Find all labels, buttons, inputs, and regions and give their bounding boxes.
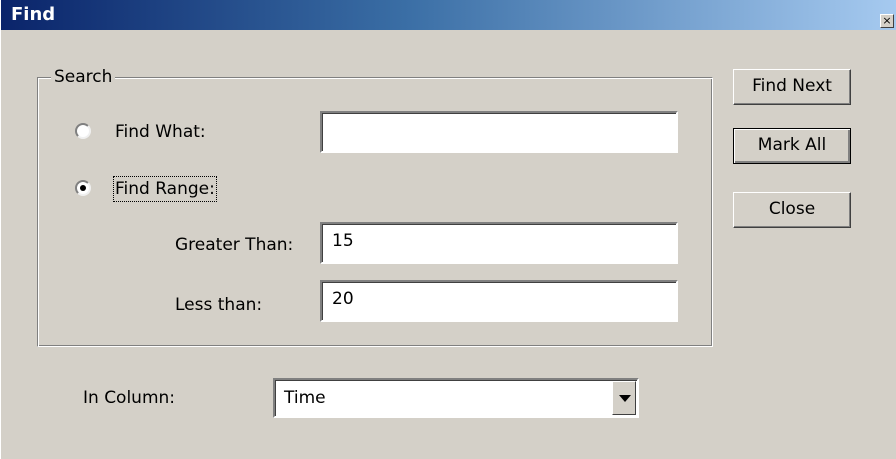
- find-what-label[interactable]: Find What:: [115, 121, 206, 143]
- find-range-radio[interactable]: [75, 180, 91, 196]
- in-column-label: In Column:: [83, 388, 176, 408]
- radio-selected-dot: [80, 185, 86, 191]
- find-next-button[interactable]: Find Next: [733, 69, 851, 105]
- mark-all-button[interactable]: Mark All: [733, 128, 851, 164]
- dropdown-arrow-button[interactable]: [612, 381, 636, 415]
- close-icon[interactable]: ×: [880, 14, 894, 28]
- close-button[interactable]: Close: [733, 192, 851, 228]
- find-dialog: Find × Search Find What: Find Range: Gre…: [0, 0, 896, 459]
- column-select[interactable]: Time: [273, 378, 639, 418]
- search-group-legend: Search: [51, 66, 116, 88]
- greater-than-input[interactable]: 15: [320, 222, 678, 264]
- greater-than-label: Greater Than:: [175, 235, 294, 255]
- find-what-radio[interactable]: [75, 123, 91, 139]
- column-select-value: Time: [284, 388, 326, 408]
- less-than-label: Less than:: [175, 295, 263, 315]
- find-range-label[interactable]: Find Range:: [113, 176, 217, 202]
- find-what-input[interactable]: [320, 111, 678, 153]
- chevron-down-icon: [619, 395, 631, 402]
- title-bar[interactable]: Find ×: [1, 0, 896, 30]
- less-than-input[interactable]: 20: [320, 280, 678, 322]
- window-title: Find: [11, 4, 56, 25]
